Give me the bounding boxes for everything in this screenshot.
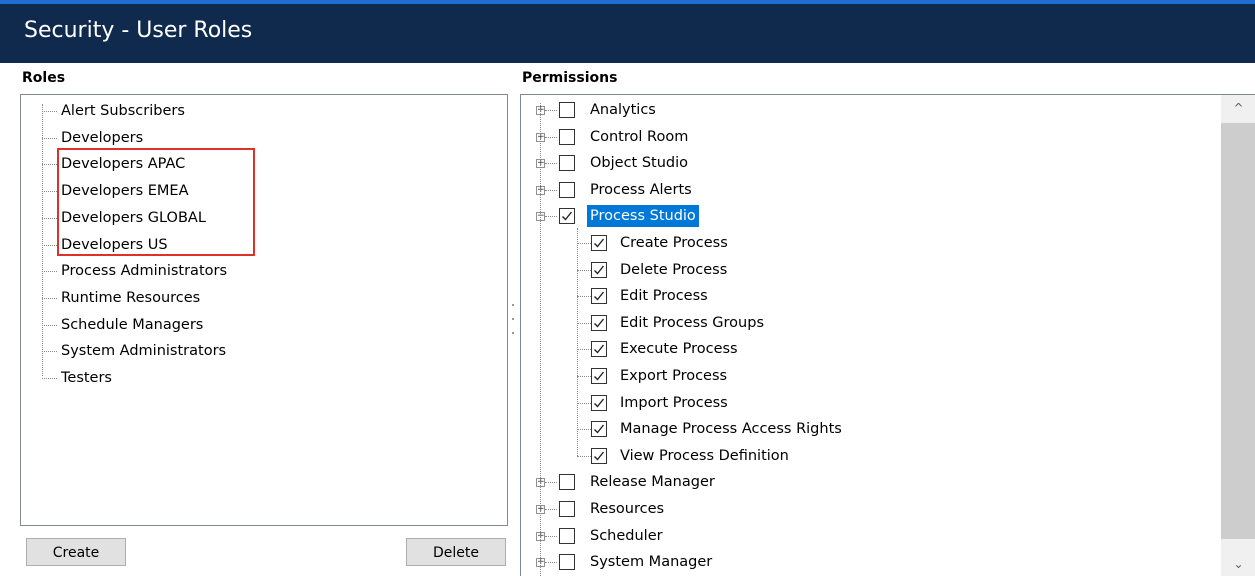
tree-connector — [545, 189, 557, 191]
tree-connector — [42, 324, 57, 326]
tree-connector — [540, 103, 541, 576]
permission-label[interactable]: Resources — [587, 498, 667, 520]
permission-label[interactable]: Delete Process — [617, 259, 730, 281]
permission-checkbox[interactable] — [559, 554, 575, 571]
tree-connector — [42, 351, 57, 353]
tree-connector — [577, 376, 591, 377]
permission-checkbox[interactable] — [591, 235, 607, 251]
panel-splitter[interactable] — [511, 300, 515, 340]
permission-checkbox[interactable] — [591, 288, 607, 305]
permission-label[interactable]: Scheduler — [587, 525, 666, 547]
tree-connector — [42, 244, 57, 246]
role-item[interactable]: Schedule Managers — [59, 314, 205, 336]
permissions-label: Permissions — [522, 70, 618, 86]
tree-connector — [577, 296, 591, 298]
tree-connector — [577, 349, 591, 351]
delete-button[interactable]: Delete — [406, 538, 506, 566]
roles-label: Roles — [22, 70, 66, 86]
permission-label[interactable]: Release Manager — [587, 471, 718, 493]
tree-connector — [545, 509, 557, 510]
tree-connector — [577, 228, 578, 457]
tree-connector — [42, 111, 57, 112]
tree-connector — [42, 217, 57, 219]
highlight-annotation — [57, 148, 255, 256]
tree-connector — [42, 137, 57, 139]
permission-label[interactable]: Control Room — [587, 126, 691, 148]
tree-connector — [577, 322, 591, 324]
permission-checkbox[interactable] — [559, 181, 575, 198]
tree-connector — [577, 402, 591, 404]
role-item[interactable]: Alert Subscribers — [59, 100, 187, 122]
create-button[interactable]: Create — [26, 538, 126, 566]
tree-connector — [545, 562, 557, 564]
window-title: Security - User Roles — [24, 18, 253, 43]
tree-connector — [545, 482, 557, 484]
permission-checkbox[interactable] — [559, 527, 575, 544]
tree-connector — [545, 136, 557, 138]
tree-connector — [577, 429, 591, 431]
role-item[interactable]: Process Administrators — [59, 260, 229, 282]
permission-checkbox[interactable] — [591, 368, 607, 384]
permission-checkbox[interactable] — [559, 208, 575, 225]
scroll-up-icon[interactable]: ^ — [1221, 95, 1255, 121]
permission-label[interactable]: Import Process — [617, 392, 731, 414]
permission-checkbox[interactable] — [591, 341, 607, 358]
title-bar: Security - User Roles — [0, 0, 1255, 63]
permission-checkbox[interactable] — [591, 447, 607, 464]
tree-connector — [545, 110, 557, 111]
tree-connector — [577, 243, 591, 244]
permission-checkbox[interactable] — [591, 421, 607, 438]
permission-label[interactable]: View Process Definition — [617, 445, 792, 467]
tree-connector — [545, 216, 557, 218]
tree-connector — [577, 269, 591, 271]
scroll-thumb[interactable] — [1221, 123, 1255, 539]
permission-label[interactable]: Execute Process — [617, 338, 741, 360]
permission-label[interactable]: Create Process — [617, 232, 731, 254]
permission-label[interactable]: Process Alerts — [587, 179, 695, 201]
tree-connector — [42, 297, 57, 299]
permission-label[interactable]: Edit Process Groups — [617, 312, 767, 334]
permission-checkbox[interactable] — [591, 261, 607, 278]
permissions-tree[interactable]: + Analytics + Control Room + Object Studio + Pr… — [520, 94, 1255, 576]
permission-checkbox[interactable] — [591, 314, 607, 331]
permission-label[interactable]: Edit Process — [617, 285, 711, 307]
tree-connector — [545, 535, 557, 537]
permission-checkbox[interactable] — [559, 128, 575, 145]
tree-connector — [545, 163, 557, 165]
permission-label[interactable]: System Manager — [587, 551, 715, 573]
tree-connector — [577, 455, 591, 457]
permission-checkbox[interactable] — [559, 102, 575, 118]
permission-checkbox[interactable] — [559, 501, 575, 517]
tree-connector — [42, 191, 57, 193]
tree-connector — [42, 104, 43, 376]
permission-label[interactable]: Analytics — [587, 99, 659, 121]
permission-label[interactable]: Process Studio — [587, 205, 699, 228]
role-item[interactable]: Developers — [59, 127, 145, 149]
tree-connector — [42, 164, 57, 166]
vertical-scrollbar[interactable]: ^ ⌄ — [1221, 95, 1255, 576]
permission-checkbox[interactable] — [591, 394, 607, 411]
scroll-down-icon[interactable]: ⌄ — [1221, 551, 1255, 576]
permission-label[interactable]: Manage Process Access Rights — [617, 418, 845, 440]
tree-connector — [42, 271, 57, 273]
role-item[interactable]: Runtime Resources — [59, 287, 202, 309]
permission-checkbox[interactable] — [559, 155, 575, 172]
permission-label[interactable]: Object Studio — [587, 152, 691, 174]
permission-checkbox[interactable] — [559, 474, 575, 491]
role-item[interactable]: System Administrators — [59, 340, 228, 362]
roles-tree[interactable]: Alert Subscribers Developers Developers AP… — [20, 94, 508, 526]
permission-label[interactable]: Export Process — [617, 365, 730, 387]
role-item[interactable]: Testers — [59, 367, 114, 389]
tree-connector — [42, 378, 57, 379]
